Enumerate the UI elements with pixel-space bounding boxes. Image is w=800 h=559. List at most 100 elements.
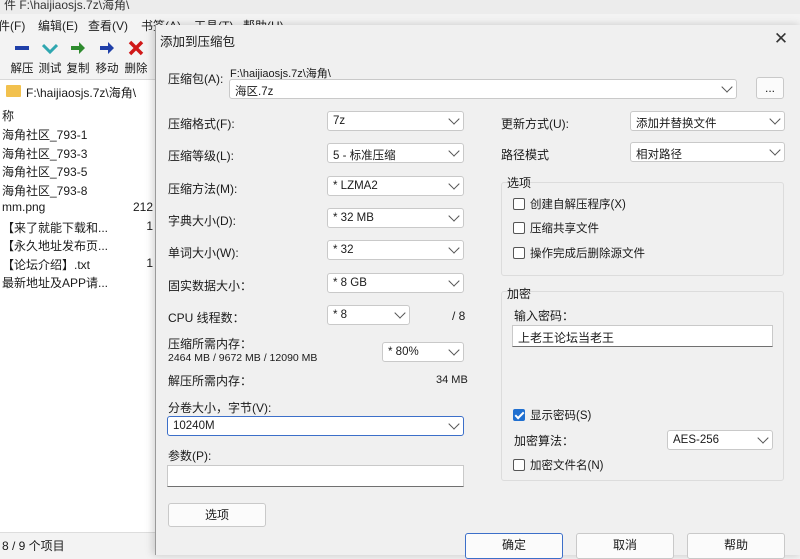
list-item[interactable]: 【来了就能下载和... 1 [0,218,155,236]
test-label: 测试 [38,63,62,75]
word-label: 单词大小(W): [168,246,239,260]
chevron-down-icon [448,418,460,430]
close-icon[interactable]: ✕ [767,27,795,51]
list-item[interactable]: 海角社区_793-3 [0,144,155,162]
mem-percent-select[interactable]: * 80% [382,342,464,362]
mem-percent-value: * 80% [388,346,419,358]
enc-method-select[interactable]: AES-256 [667,430,773,450]
show-password-label: 显示密码(S) [530,410,592,422]
browse-button[interactable]: ... [756,77,784,99]
solid-select[interactable]: * 8 GB [327,273,464,293]
column-header-name[interactable]: 称 [0,106,155,124]
test-button[interactable]: 测试 [36,38,64,76]
dict-value: * 32 MB [333,212,374,224]
chevron-down-icon [721,81,733,93]
cancel-button[interactable]: 取消 [576,533,674,559]
file-list[interactable]: 称 海角社区_793-1 海角社区_793-3 海角社区_793-5 海角社区_… [0,104,155,532]
chevron-down-icon [448,113,460,125]
password-input[interactable]: 上老王论坛当老王 [512,325,773,347]
chevron-down-icon [757,432,769,444]
copy-arrow-icon [71,42,85,54]
chevron-down-icon [448,145,460,157]
shared-files-label: 压缩共享文件 [530,223,599,235]
minus-icon [15,46,29,50]
format-select[interactable]: 7z [327,111,464,131]
list-item[interactable]: 海角社区_793-5 [0,162,155,180]
show-password-checkbox[interactable] [513,409,525,421]
delete-button[interactable]: 删除 [122,38,150,76]
volume-label: 分卷大小，字节(V): [168,401,272,415]
address-bar[interactable]: F:\haijiaosjs.7z\海角\ [0,79,155,105]
mem-label: 压缩所需内存： [168,337,253,351]
method-select[interactable]: * LZMA2 [327,176,464,196]
enc-method-label: 加密算法： [514,434,575,448]
format-label: 压缩格式(F): [168,117,235,131]
params-input[interactable] [167,465,464,487]
volume-size-combobox[interactable]: 10240M [167,416,464,436]
level-select[interactable]: 5 - 标准压缩 [327,143,464,163]
list-item[interactable]: 海角社区_793-8 [0,181,155,199]
path-mode-label: 路径模式 [501,148,550,162]
extract-button[interactable]: 解压 [8,38,36,76]
password-label: 输入密码： [514,309,575,323]
background-title-bar: 件 F:\haijiaosjs.7z\海角\ [0,0,800,14]
menu-file[interactable]: 件(F) [0,17,25,34]
move-button[interactable]: 移动 [93,38,121,76]
move-arrow-icon [100,42,114,54]
enc-method-value: AES-256 [673,434,720,446]
cpu-label: CPU 线程数： [168,311,245,325]
ok-button[interactable]: 确定 [465,533,563,559]
address-text: F:\haijiaosjs.7z\海角\ [26,86,137,100]
menu-view[interactable]: 查看(V) [88,17,128,34]
copy-button[interactable]: 复制 [64,38,92,76]
mem-detail: 2464 MB / 9672 MB / 12090 MB [168,352,318,364]
chevron-down-icon [448,344,460,356]
path-mode-select[interactable]: 相对路径 [630,142,785,162]
list-item[interactable]: mm.png 212 [0,199,155,217]
word-select[interactable]: * 32 [327,240,464,260]
level-label: 压缩等级(L): [168,149,235,163]
archive-label: 压缩包(A): [168,72,224,86]
solid-value: * 8 GB [333,277,367,289]
folder-icon [6,85,21,97]
archive-name-combobox[interactable]: 海区.7z [229,79,737,99]
cpu-value: * 8 [333,309,348,321]
archive-name-value: 海区.7z [235,86,274,98]
delete-x-icon [128,40,144,56]
dict-label: 字典大小(D): [168,214,236,228]
cpu-threads-select[interactable]: * 8 [327,305,410,325]
list-item[interactable]: 【论坛介绍】.txt 1 [0,255,155,273]
shared-files-checkbox[interactable] [513,222,525,234]
chevron-down-icon [448,242,460,254]
update-value: 添加并替换文件 [636,118,717,130]
list-item[interactable]: 【永久地址发布页... [0,236,155,254]
volume-value: 10240M [173,420,215,432]
background-title: 件 F:\haijiaosjs.7z\海角\ [4,0,130,12]
add-to-archive-dialog: 添加到压缩包 ✕ 压缩包(A): F:\haijiaosjs.7z\海角\ 海区… [155,25,800,559]
delete-label: 删除 [124,63,148,75]
list-item[interactable]: 海角社区_793-1 [0,125,155,143]
sfx-label: 创建自解压程序(X) [530,199,626,211]
help-button[interactable]: 帮助 [687,533,785,559]
encrypt-names-label: 加密文件名(N) [530,460,604,472]
level-value: 5 - 标准压缩 [333,150,396,162]
status-bar: 8 / 9 个项目 [0,532,155,556]
delete-after-checkbox[interactable] [513,247,525,259]
sfx-checkbox[interactable] [513,198,525,210]
delete-after-label: 操作完成后删除源文件 [530,248,645,260]
menu-edit[interactable]: 编辑(E) [38,17,78,34]
options-button[interactable]: 选项 [168,503,266,527]
encrypt-names-checkbox[interactable] [513,459,525,471]
decomp-value: 34 MB [436,374,468,386]
cpu-total: / 8 [452,309,466,323]
background-toolbar: 解压 测试 复制 移动 删除 [0,36,155,76]
chevron-down-icon [394,307,406,319]
word-value: * 32 [333,244,354,256]
check-icon [42,43,58,55]
options-group-title: 选项 [507,176,532,190]
dict-select[interactable]: * 32 MB [327,208,464,228]
method-label: 压缩方法(M): [168,182,238,196]
update-mode-select[interactable]: 添加并替换文件 [630,111,785,131]
list-item[interactable]: 最新地址及APP请... [0,273,155,291]
update-label: 更新方式(U): [501,117,569,131]
